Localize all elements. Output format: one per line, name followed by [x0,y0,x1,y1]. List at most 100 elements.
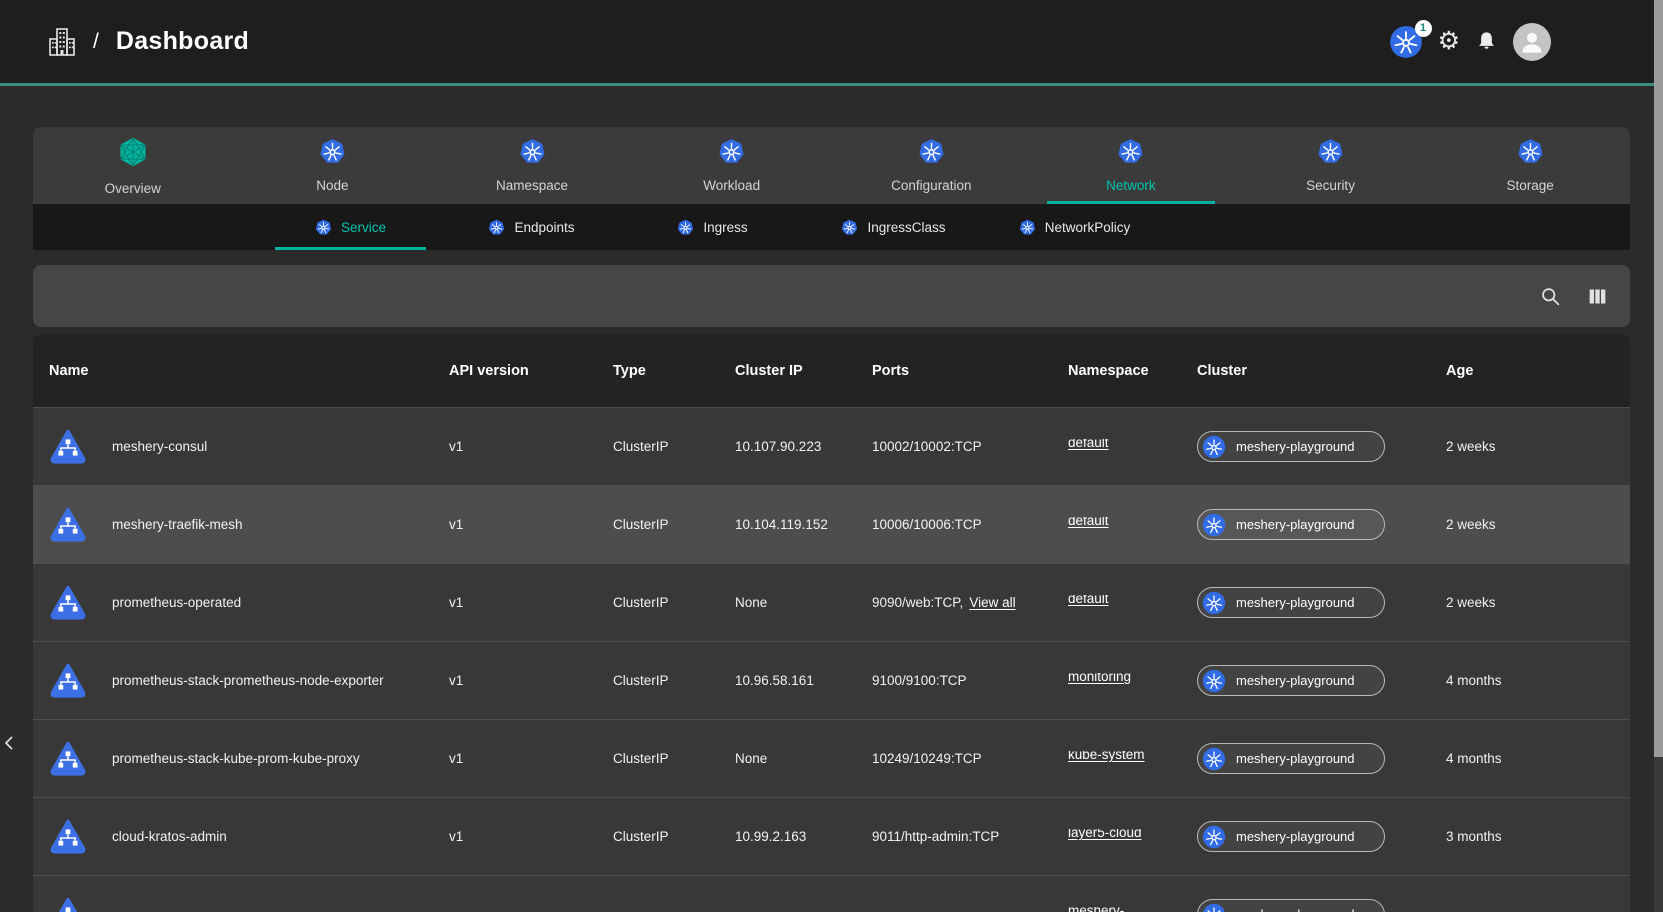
column-header[interactable]: Ports [872,363,1068,379]
cluster-ip-value: 10.104.119.152 [735,517,872,532]
subtab-endpoints[interactable]: Endpoints [441,204,622,250]
resource-tab-network[interactable]: Network [1031,127,1231,204]
column-header[interactable]: Name [49,363,449,379]
kubernetes-icon [315,219,332,236]
column-header[interactable]: Cluster IP [735,363,872,379]
cluster-chip[interactable]: meshery-playground [1197,587,1385,618]
table-row[interactable]: meshery- meshery-playground [33,875,1630,912]
ports-value: 9011/http-admin:TCP [872,829,999,844]
service-name: prometheus-stack-kube-prom-kube-proxy [112,751,360,766]
age-value: 2 weeks [1446,517,1630,532]
table-row[interactable]: meshery-consul v1 ClusterIP 10.107.90.22… [33,407,1630,485]
namespace-link[interactable]: default [1068,517,1109,528]
cluster-chip[interactable]: meshery-playground [1197,899,1385,912]
dashboard-content: Overview Node Namespace Workload Configu… [0,127,1663,912]
namespace-link[interactable]: default [1068,595,1109,606]
person-icon [1517,27,1547,57]
column-header[interactable]: Namespace [1068,363,1197,379]
table-row[interactable]: prometheus-operated v1 ClusterIP None 90… [33,563,1630,641]
search-icon[interactable] [1540,286,1561,307]
table-row[interactable]: cloud-kratos-admin v1 ClusterIP 10.99.2.… [33,797,1630,875]
namespace-link[interactable]: monitoring [1068,673,1131,684]
cluster-ip-value: 10.107.90.223 [735,439,872,454]
service-icon [49,896,87,912]
age-value: 2 weeks [1446,439,1630,454]
kubernetes-icon [718,138,745,170]
services-table: NameAPI versionTypeCluster IPPortsNamesp… [33,334,1630,912]
kubernetes-icon [319,138,346,170]
column-header[interactable]: Type [613,363,735,379]
table-toolbar [33,265,1630,327]
age-value: 4 months [1446,751,1630,766]
service-icon [49,584,87,622]
resource-tab-namespace[interactable]: Namespace [432,127,632,204]
service-type-value: ClusterIP [613,439,735,454]
subtab-networkpolicy[interactable]: NetworkPolicy [984,204,1165,250]
column-header[interactable]: Cluster [1197,363,1446,379]
resource-tab-configuration[interactable]: Configuration [832,127,1032,204]
table-row[interactable]: prometheus-stack-prometheus-node-exporte… [33,641,1630,719]
cluster-ip-value: 10.99.2.163 [735,829,872,844]
topbar-actions: 1 ⚙ [1389,23,1551,61]
kubernetes-icon [1202,903,1226,912]
column-header[interactable]: API version [449,363,613,379]
ports-value: 10002/10002:TCP [872,439,982,454]
service-type-value: ClusterIP [613,673,735,688]
cluster-ip-value: 10.96.58.161 [735,673,872,688]
subtab-service[interactable]: Service [260,204,441,250]
cluster-chip[interactable]: meshery-playground [1197,743,1385,774]
kubernetes-icon [1202,513,1226,537]
resource-tabs: Overview Node Namespace Workload Configu… [33,127,1630,204]
ports-value: 10249/10249:TCP [872,751,982,766]
view-all-ports-link[interactable]: View all [969,595,1015,610]
resource-tab-security[interactable]: Security [1231,127,1431,204]
service-name: meshery-traefik-mesh [112,517,243,532]
api-version-value: v1 [449,751,613,766]
column-header[interactable]: Age [1446,363,1630,379]
namespace-link[interactable]: meshery- [1068,907,1124,912]
cluster-chip[interactable]: meshery-playground [1197,665,1385,696]
organization-icon[interactable] [46,25,78,59]
page-scrollbar [1654,0,1663,912]
age-value: 2 weeks [1446,595,1630,610]
kubernetes-icon [1117,138,1144,170]
chevron-left-icon [2,732,18,754]
settings-gear-icon[interactable]: ⚙ [1438,29,1460,54]
cluster-chip[interactable]: meshery-playground [1197,821,1385,852]
namespace-link[interactable]: kube-system [1068,751,1145,762]
service-name: prometheus-stack-prometheus-node-exporte… [112,673,384,688]
service-icon [49,662,87,700]
meshery-logo-icon [117,136,149,173]
resource-tab-workload[interactable]: Workload [632,127,832,204]
ports-value: 10006/10006:TCP [872,517,982,532]
ports-value: 9100/9100:TCP [872,673,967,688]
table-row[interactable]: prometheus-stack-kube-prom-kube-proxy v1… [33,719,1630,797]
cluster-chip[interactable]: meshery-playground [1197,431,1385,462]
service-name: meshery-consul [112,439,207,454]
view-columns-icon[interactable] [1587,286,1608,307]
service-icon [49,506,87,544]
resource-tab-storage[interactable]: Storage [1430,127,1630,204]
cluster-chip[interactable]: meshery-playground [1197,509,1385,540]
sidebar-expand-button[interactable] [2,728,20,758]
resource-tab-overview[interactable]: Overview [33,127,233,204]
kubernetes-icon [488,219,505,236]
service-type-value: ClusterIP [613,751,735,766]
subtab-ingress[interactable]: Ingress [622,204,803,250]
page-title: Dashboard [116,27,249,56]
user-avatar[interactable] [1513,23,1551,61]
cluster-ip-value: None [735,751,872,766]
scrollbar-thumb[interactable] [1654,0,1663,757]
namespace-link[interactable]: layer5-cloud [1068,829,1142,840]
ports-value: 9090/web:TCP, [872,595,963,610]
kubernetes-context-button[interactable]: 1 [1389,25,1423,59]
namespace-link[interactable]: default [1068,439,1109,450]
service-icon [49,818,87,856]
notifications-bell-icon[interactable] [1475,30,1498,53]
resource-tab-node[interactable]: Node [233,127,433,204]
table-row[interactable]: meshery-traefik-mesh v1 ClusterIP 10.104… [33,485,1630,563]
subtab-ingressclass[interactable]: IngressClass [803,204,984,250]
service-icon [49,740,87,778]
service-icon [49,428,87,466]
api-version-value: v1 [449,595,613,610]
